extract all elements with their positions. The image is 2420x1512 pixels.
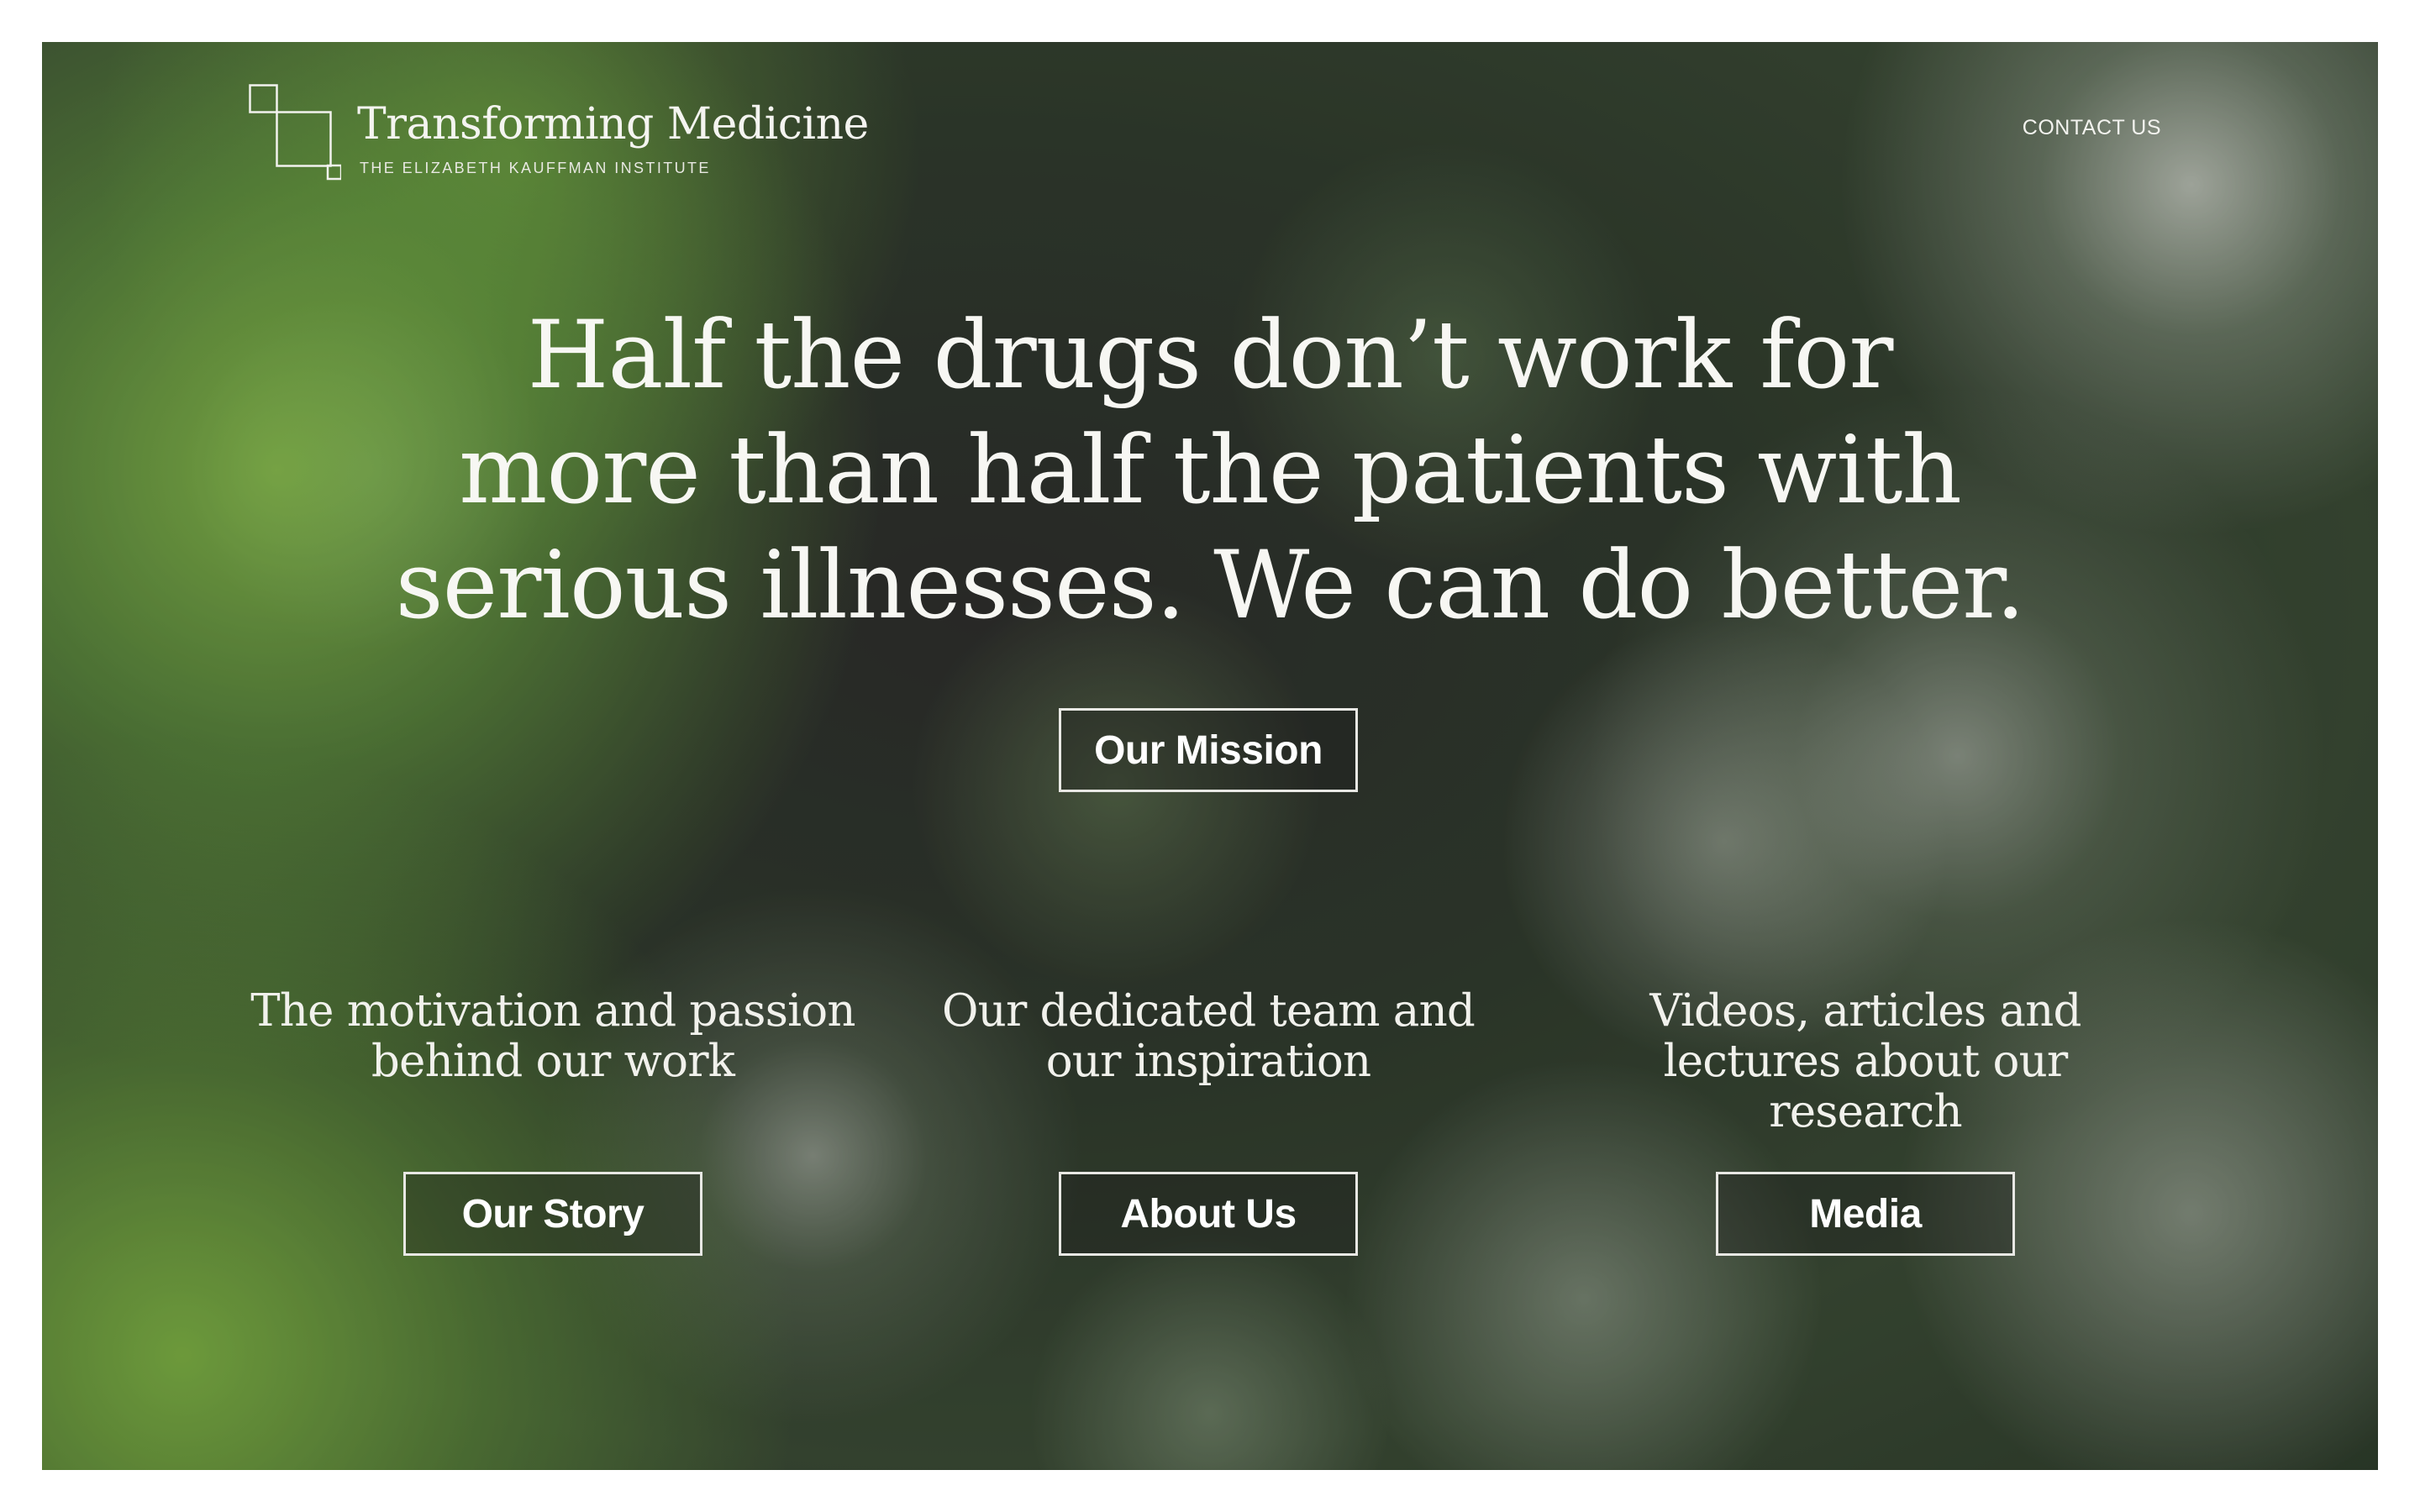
contact-us-link[interactable]: CONTACT US bbox=[2023, 116, 2161, 140]
site-logo[interactable]: Transforming Medicine THE ELIZABETH KAUF… bbox=[249, 84, 869, 185]
our-mission-button[interactable]: Our Mission bbox=[1059, 708, 1358, 792]
our-story-button[interactable]: Our Story bbox=[403, 1172, 702, 1256]
logo-title: Transforming Medicine bbox=[357, 99, 869, 150]
our-story-description: The motivation and passion behind our wo… bbox=[250, 985, 855, 1087]
headline-line-1: Half the drugs don’t work for bbox=[527, 302, 1894, 410]
media-description: Videos, articles and lectures about our … bbox=[1649, 985, 2081, 1137]
hero-section: Transforming Medicine THE ELIZABETH KAUF… bbox=[42, 42, 2378, 1470]
about-us-description: Our dedicated team and our inspiration bbox=[941, 985, 1476, 1087]
about-us-button[interactable]: About Us bbox=[1059, 1172, 1358, 1256]
headline-line-2: more than half the patients with bbox=[459, 417, 1962, 525]
media-button[interactable]: Media bbox=[1716, 1172, 2015, 1256]
logo-subtitle: THE ELIZABETH KAUFFMAN INSTITUTE bbox=[360, 160, 711, 176]
overlapping-squares-icon bbox=[249, 84, 341, 181]
headline-line-3: serious illnesses. We can do better. bbox=[395, 532, 2026, 640]
hero-headline: Half the drugs don’t work for more than … bbox=[328, 298, 2092, 643]
